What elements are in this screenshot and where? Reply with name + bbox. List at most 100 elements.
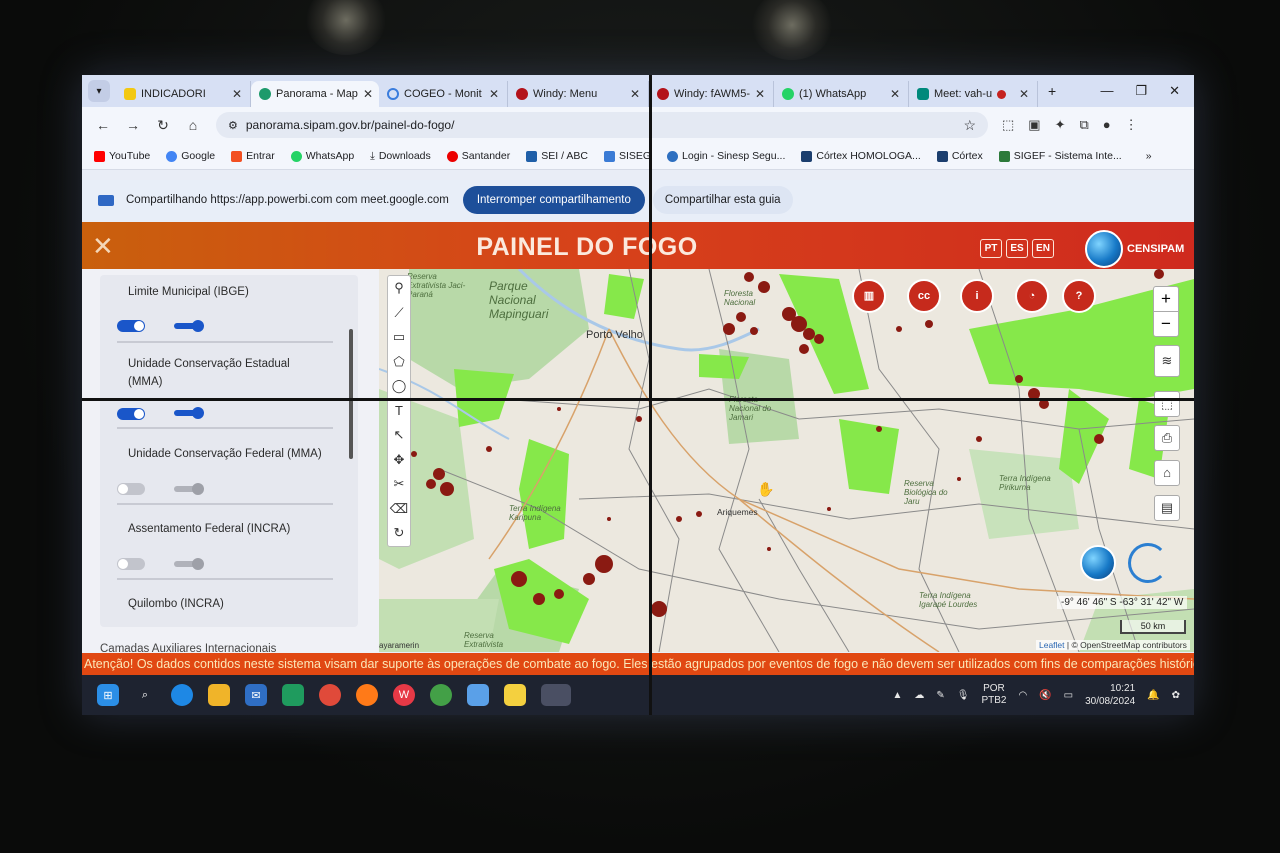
close-tab-icon[interactable]: ✕ <box>363 87 373 101</box>
bookmark[interactable]: WhatsApp <box>290 150 354 162</box>
input-language[interactable]: POR PTB2 <box>981 683 1006 707</box>
tab-2[interactable]: COGEO - Monit ✕ <box>379 81 508 107</box>
folder-icon[interactable]: ▤ <box>1154 495 1180 521</box>
info-icon[interactable]: i <box>960 279 994 313</box>
close-tab-icon[interactable]: ✕ <box>489 87 499 101</box>
layer-toggle[interactable] <box>117 320 145 332</box>
back-icon[interactable]: ← <box>88 117 118 133</box>
lang-es-button[interactable]: ES <box>1006 239 1028 258</box>
tab-0[interactable]: INDICADORI ✕ <box>116 81 251 107</box>
copilot-icon[interactable]: ✿ <box>1172 690 1180 701</box>
bookmark[interactable]: Google <box>166 150 215 162</box>
circle-tool-icon[interactable]: ◯ <box>392 374 407 399</box>
cut-tool-icon[interactable]: ✂ <box>394 472 405 497</box>
tab-5[interactable]: (1) WhatsApp ✕ <box>774 81 909 107</box>
edge-icon[interactable] <box>171 684 193 706</box>
move-tool-icon[interactable]: ✥ <box>394 448 405 473</box>
cursor-tool-icon[interactable]: ↖ <box>394 423 405 448</box>
new-tab-button[interactable]: + <box>1038 83 1066 107</box>
text-tool-icon[interactable]: T <box>395 399 403 424</box>
polyline-tool-icon[interactable]: ⟋ <box>394 301 403 326</box>
photos-icon[interactable] <box>467 684 489 706</box>
wifi-icon[interactable]: ◠ <box>1018 690 1027 701</box>
bookmark-star-icon[interactable]: ☆ <box>963 117 976 134</box>
layer-toggle[interactable] <box>117 483 145 495</box>
fullscreen-icon[interactable]: ⬚ <box>1154 391 1180 417</box>
extension-icon[interactable]: ▣ <box>1028 117 1040 133</box>
chart-icon[interactable]: ▥ <box>852 279 886 313</box>
bookmark[interactable]: YouTube <box>94 150 150 162</box>
bookmark[interactable]: ⤓ Downloads <box>370 150 431 163</box>
close-tab-icon[interactable]: ✕ <box>630 87 640 101</box>
bookmark[interactable]: Entrar <box>231 150 275 162</box>
leaflet-link[interactable]: Leaflet <box>1039 640 1065 650</box>
marker-tool-icon[interactable]: ⚲ <box>394 276 404 301</box>
mail-icon[interactable]: ✉ <box>245 684 267 706</box>
extension-icon[interactable]: ✦ <box>1055 117 1066 133</box>
opacity-slider[interactable] <box>174 320 204 332</box>
search-icon[interactable]: ⌕ <box>134 684 156 706</box>
bookmark[interactable]: Córtex HOMOLOGA... <box>801 150 921 162</box>
print-icon[interactable]: ⎙ <box>1154 425 1180 451</box>
bookmark[interactable]: SEI / ABC <box>526 150 588 162</box>
extension-icon[interactable]: ⬚ <box>1002 117 1014 133</box>
pie-icon[interactable]: ◔ <box>1015 279 1049 313</box>
minimize-button[interactable]: — <box>1100 83 1113 99</box>
help-icon[interactable]: ? <box>1062 279 1096 313</box>
battery-icon[interactable]: ▭ <box>1064 690 1073 701</box>
sticky-notes-icon[interactable] <box>504 684 526 706</box>
erase-tool-icon[interactable]: ⌫ <box>390 497 408 522</box>
clock[interactable]: 10:21 30/08/2024 <box>1085 682 1135 708</box>
firefox-icon[interactable] <box>356 684 378 706</box>
bookmark[interactable]: SIGEF - Sistema Inte... <box>998 150 1122 162</box>
tab-1[interactable]: Panorama - Map ✕ <box>251 81 379 107</box>
bookmark[interactable]: SISEG <box>603 150 651 162</box>
url-input[interactable]: ⚙ panorama.sipam.gov.br/painel-do-fogo/ … <box>216 112 988 138</box>
reload-icon[interactable]: ↻ <box>148 117 178 134</box>
bookmark[interactable]: Login - Sinesp Segu... <box>667 150 785 162</box>
volume-muted-icon[interactable]: 🔇 <box>1039 690 1051 701</box>
bookmark[interactable]: Córtex <box>936 150 983 162</box>
tab-6[interactable]: Meet: vah-u ✕ <box>909 81 1038 107</box>
puzzle-icon[interactable]: ⧉ <box>1080 117 1089 133</box>
microphone-icon[interactable]: 🎙 <box>957 690 970 701</box>
layers-icon[interactable]: ≋ <box>1154 345 1180 377</box>
more-bookmarks-button[interactable]: » <box>1146 150 1152 162</box>
tab-3[interactable]: Windy: Menu ✕ <box>508 81 649 107</box>
home-extent-icon[interactable]: ⌂ <box>1154 460 1180 486</box>
zoom-in-button[interactable]: + <box>1154 287 1178 311</box>
rotate-tool-icon[interactable]: ↻ <box>394 521 405 546</box>
opacity-slider[interactable] <box>174 407 204 419</box>
close-tab-icon[interactable]: ✕ <box>890 87 900 101</box>
tab-search-button[interactable]: ▾ <box>88 80 110 102</box>
fire-map[interactable]: Parque Nacional Mapinguari Porto Velho F… <box>379 269 1194 652</box>
close-tab-icon[interactable]: ✕ <box>755 87 765 101</box>
app-icon[interactable]: W <box>393 684 415 706</box>
bookmark[interactable]: Santander <box>446 150 510 162</box>
sidebar-scrollbar[interactable] <box>349 329 353 459</box>
forward-icon[interactable]: → <box>118 117 148 133</box>
meet-app-icon[interactable] <box>282 684 304 706</box>
site-info-icon[interactable]: ⚙ <box>228 119 238 132</box>
cc-icon[interactable]: cc <box>907 279 941 313</box>
chrome-active-icon[interactable] <box>541 684 571 706</box>
polygon-tool-icon[interactable]: ⬠ <box>393 350 404 375</box>
tray-icon[interactable]: ▲ <box>892 690 902 701</box>
opacity-slider[interactable] <box>174 483 204 495</box>
menu-dots-icon[interactable]: ⋮ <box>1125 117 1138 133</box>
maximize-button[interactable]: ❐ <box>1135 83 1147 99</box>
close-tab-icon[interactable]: ✕ <box>232 87 242 101</box>
start-menu-icon[interactable]: ⊞ <box>97 684 119 706</box>
tab-4[interactable]: Windy: fAWM5- ✕ <box>649 81 774 107</box>
pen-icon[interactable]: ✎ <box>936 690 944 701</box>
rectangle-tool-icon[interactable]: ▭ <box>393 325 405 350</box>
stop-sharing-button[interactable]: Interromper compartilhamento <box>462 186 645 214</box>
profile-avatar[interactable]: ● <box>1103 117 1111 133</box>
chrome-icon[interactable] <box>319 684 341 706</box>
close-tab-icon[interactable]: ✕ <box>1019 87 1029 101</box>
lang-en-button[interactable]: EN <box>1032 239 1054 258</box>
notifications-icon[interactable]: 🔔 <box>1147 690 1159 701</box>
layer-toggle[interactable] <box>117 408 145 420</box>
lang-pt-button[interactable]: PT <box>980 239 1002 258</box>
close-window-button[interactable]: ✕ <box>1169 83 1180 99</box>
